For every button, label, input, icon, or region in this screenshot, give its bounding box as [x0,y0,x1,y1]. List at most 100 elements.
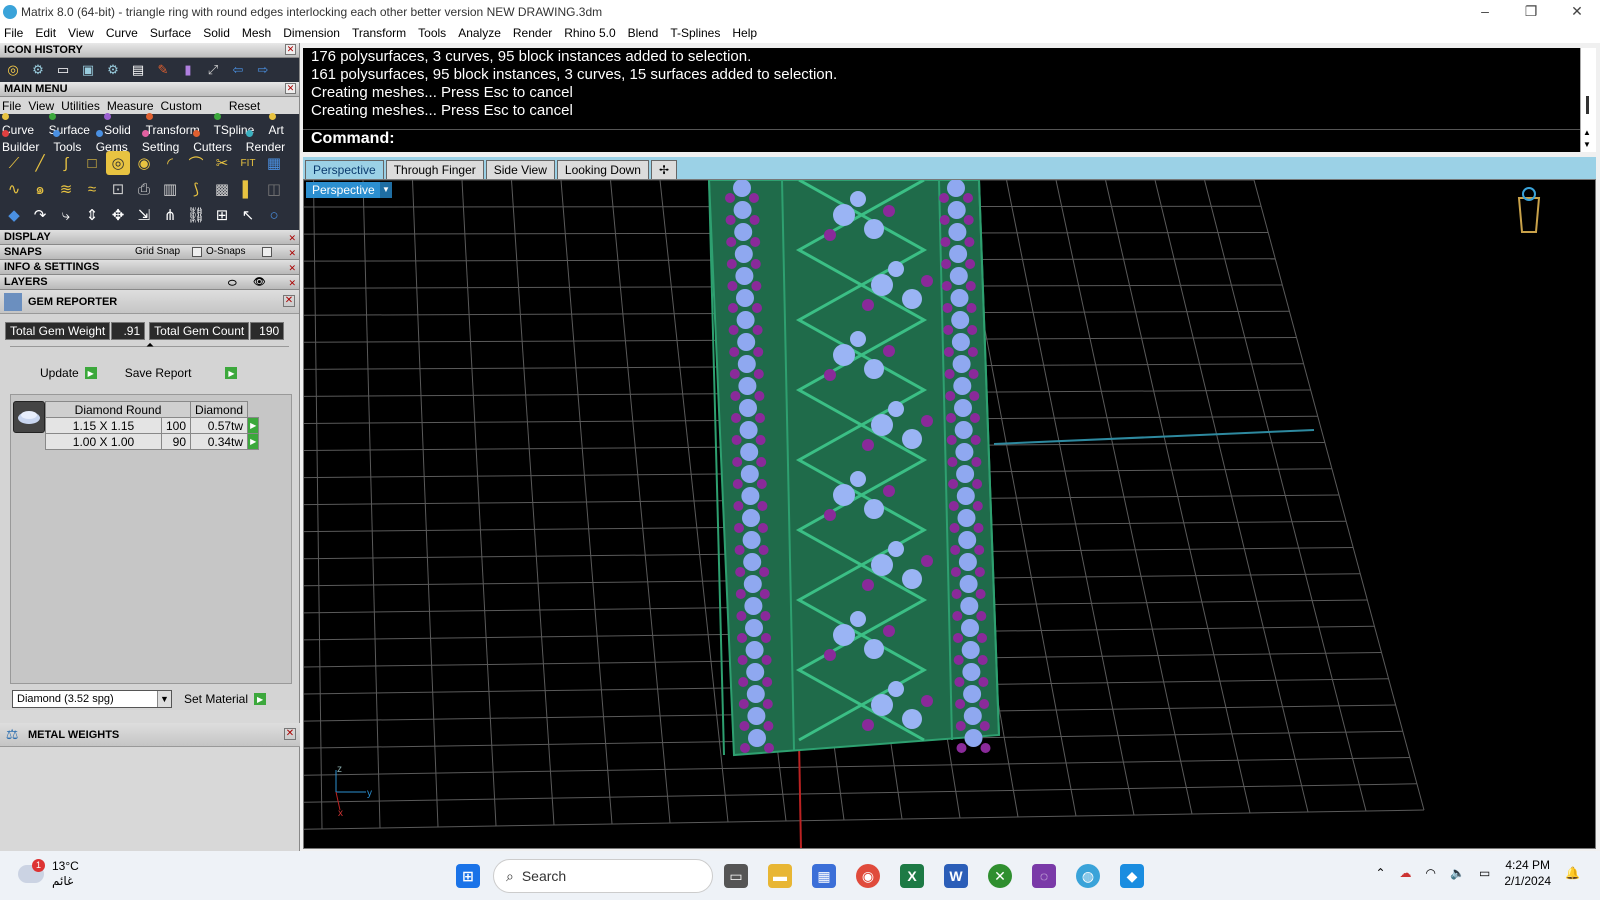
polyline-icon[interactable]: ⟋ [2,151,26,175]
offset-icon[interactable]: ≋ [54,177,78,201]
spiral-icon[interactable]: ๑ [28,177,52,201]
snaps-header[interactable]: SNAPS Grid Snap O-Snaps ✕ [0,245,299,260]
command-prompt[interactable]: Command: [303,129,1580,151]
menu-render[interactable]: Render [513,26,552,40]
wave-icon[interactable]: ∿ [2,177,26,201]
matrix-taskbar-icon[interactable]: ◍ [1076,864,1100,888]
menu-analyze[interactable]: Analyze [458,26,501,40]
rectangle-icon[interactable]: □ [80,151,104,175]
circle-icon[interactable]: ◎ [106,151,130,175]
gear-icon[interactable]: ⚙ [27,60,49,80]
curve-icon[interactable]: ∫ [54,151,78,175]
perspective-viewport[interactable]: z y x Perspective ▼ [303,179,1596,849]
chevron-down-icon[interactable]: ▼ [157,691,171,707]
app-icon[interactable]: ◌ [1032,864,1056,888]
chevron-down-icon[interactable]: ▼ [380,182,392,198]
volume-icon[interactable]: 🔈 [1450,866,1465,880]
mini-panel-icon[interactable]: ◫ [262,177,286,201]
cat-tools[interactable]: Tools [53,126,88,154]
grid-snap-checkbox[interactable] [192,247,202,257]
line-icon[interactable]: ╱ [28,151,52,175]
excel-icon[interactable]: X [900,864,924,888]
eye-closed-icon[interactable]: ⬭ [228,277,237,291]
book-icon[interactable]: ▥ [158,177,182,201]
update-button[interactable]: Update ▶ [40,366,97,380]
arc2-icon[interactable]: ⌒ [184,151,208,175]
menu-tools[interactable]: Tools [418,26,446,40]
image-icon[interactable]: ▣ [77,60,99,80]
material-select[interactable]: Diamond (3.52 spg) ▼ [12,690,172,708]
tab-perspective[interactable]: Perspective [305,160,384,179]
close-button[interactable]: ✕ [1554,0,1600,23]
table-row[interactable]: 1.00 X 1.00 90 0.34tw ▶ [45,433,260,450]
layers-header[interactable]: LAYERS ⬭ 👁 ✕ [0,275,299,290]
move-icon[interactable]: ✥ [106,203,130,227]
close-icon[interactable]: ✕ [283,295,295,307]
windows-start-icon[interactable]: ⊞ [456,864,480,888]
menu-mesh[interactable]: Mesh [242,26,271,40]
print-icon[interactable]: ⎙ [132,177,156,201]
menu-solid[interactable]: Solid [203,26,230,40]
menu-edit[interactable]: Edit [35,26,56,40]
xbox-icon[interactable]: ✕ [988,864,1012,888]
chevron-up-icon[interactable]: ⏶ [146,340,154,351]
word-icon[interactable]: W [944,864,968,888]
link-icon[interactable]: ⛓ [184,203,208,227]
forward-arrow-icon[interactable]: ⇨ [252,60,274,80]
bars-icon[interactable]: ▌ [236,177,260,201]
icon-history-header[interactable]: ICON HISTORY ✕ [0,43,299,58]
menu-view[interactable]: View [68,26,94,40]
chevron-up-icon[interactable]: ▲ [1583,128,1591,137]
scale-icon[interactable]: ⇕ [80,203,104,227]
row-play-icon[interactable]: ▶ [247,417,260,434]
close-icon[interactable]: ✕ [285,83,296,94]
align-icon[interactable]: ⊞ [210,203,234,227]
minimize-button[interactable]: – [1462,0,1508,23]
ring-icon[interactable]: ○ [262,203,286,227]
viewport-label[interactable]: Perspective ▼ [306,182,392,198]
arc-icon[interactable]: ◜ [158,151,182,175]
blend-icon[interactable]: ≈ [80,177,104,201]
grid-icon[interactable]: ▩ [210,177,234,201]
tab-side-view[interactable]: Side View [485,160,555,179]
menu-transform[interactable]: Transform [352,26,406,40]
menu-file[interactable]: File [4,26,23,40]
wifi-icon[interactable]: ◠ [1426,866,1436,880]
close-icon[interactable]: ✕ [288,276,296,290]
set-material-button[interactable]: Set Material ▶ [184,692,267,706]
clock[interactable]: 4:24 PM 2/1/2024 [1504,857,1551,889]
panel-icon[interactable]: ▦ [262,151,286,175]
cubes-icon[interactable]: ◆ [2,203,26,227]
info-settings-header[interactable]: INFO & SETTINGS ✕ [0,260,299,275]
grid-snap-label[interactable]: Grid Snap [135,245,180,259]
menu-rhino[interactable]: Rhino 5.0 [564,26,615,40]
cat-cutters[interactable]: Cutters [193,126,239,154]
sweep-icon[interactable]: ⟆ [184,177,208,201]
flow-icon[interactable]: ⋔ [158,203,182,227]
ellipse-icon[interactable]: ◉ [132,151,156,175]
table-row[interactable]: 1.15 X 1.15 100 0.57tw ▶ [45,417,260,434]
row-play-icon[interactable]: ▶ [247,433,260,450]
pen-icon[interactable]: ✎ [152,60,174,80]
cylinder-icon[interactable]: ▮ [177,60,199,80]
menu-blend[interactable]: Blend [628,26,659,40]
close-icon[interactable]: ✕ [285,44,296,55]
tab-looking-down[interactable]: Looking Down [556,160,649,179]
onedrive-icon[interactable]: ☁ [1400,866,1412,880]
command-scrollbar[interactable]: ▲ ▼ [1580,48,1596,152]
chevron-up-icon[interactable]: ⌃ [1375,866,1385,880]
menu-tsplines[interactable]: T-Splines [670,26,720,40]
notification-bell-icon[interactable]: 🔔 [1565,866,1580,880]
eye-icon[interactable]: 👁 [253,276,266,290]
menu-help[interactable]: Help [732,26,757,40]
store-icon[interactable]: ▦ [812,864,836,888]
lock-icon[interactable]: ⊡ [106,177,130,201]
pointer-icon[interactable]: ↖ [236,203,260,227]
menu-dimension[interactable]: Dimension [283,26,340,40]
cat-setting[interactable]: Setting [141,126,186,154]
cat-render[interactable]: Render [245,126,292,154]
fit-icon[interactable]: FIT [236,151,260,175]
bend-icon[interactable]: ⤷ [54,203,78,227]
scroll-thumb[interactable] [1586,96,1589,114]
task-view-icon[interactable]: ▭ [724,864,748,888]
